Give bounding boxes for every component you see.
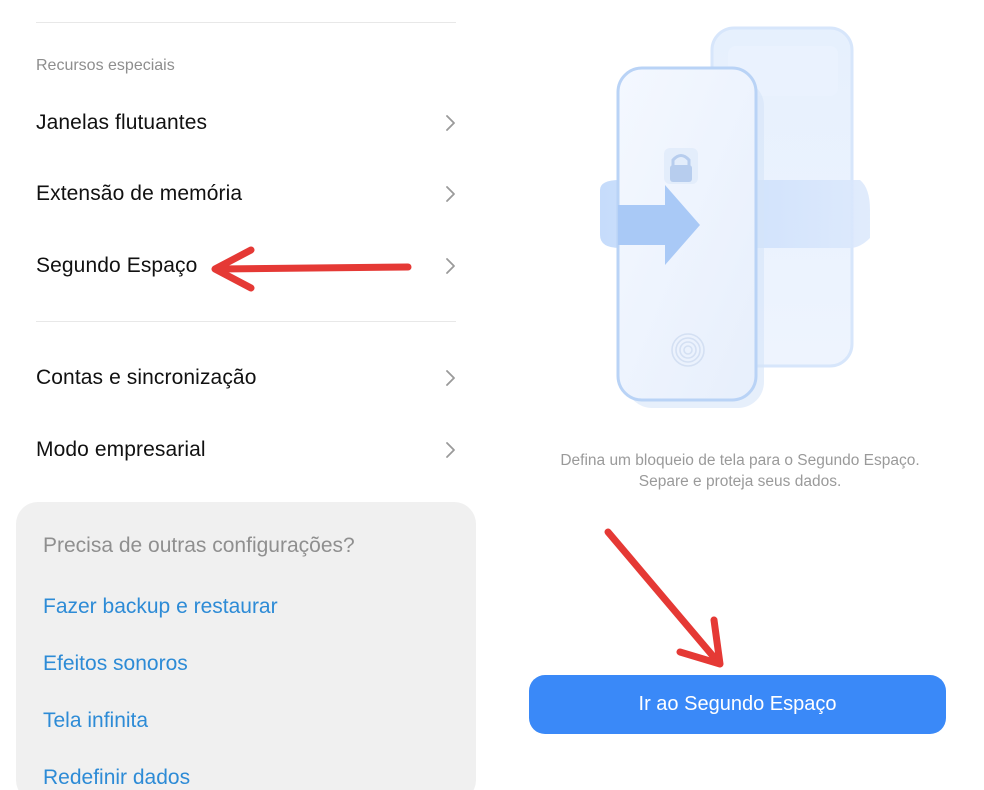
settings-item-accounts-sync[interactable]: Contas e sincronização [0,346,470,410]
chevron-right-icon [446,258,455,274]
go-to-second-space-button[interactable]: Ir ao Segundo Espaço [529,675,946,734]
settings-item-floating-windows[interactable]: Janelas flutuantes [0,91,470,155]
settings-item-label: Modo empresarial [36,438,206,461]
lock-icon [664,148,698,184]
chevron-right-icon [446,370,455,386]
annotation-arrow-left [211,246,412,292]
link-infinite-screen[interactable]: Tela infinita [43,709,148,733]
annotation-arrow-down [604,528,724,668]
link-sound-effects[interactable]: Efeitos sonoros [43,652,188,676]
second-space-illustration [600,26,870,408]
chevron-right-icon [446,186,455,202]
section-label: Recursos especiais [36,57,175,74]
settings-item-label: Janelas flutuantes [36,111,208,134]
link-backup-restore[interactable]: Fazer backup e restaurar [43,595,278,619]
section-divider [36,321,456,322]
chevron-right-icon [446,115,455,131]
settings-item-label: Extensão de memória [36,182,243,205]
second-space-description-line1: Defina um bloqueio de tela para o Segund… [560,452,920,469]
chevron-right-icon [446,442,455,458]
help-card-title: Precisa de outras configurações? [43,534,355,557]
settings-item-label: Segundo Espaço [36,254,198,277]
settings-item-enterprise-mode[interactable]: Modo empresarial [0,418,470,482]
second-space-description-line2: Separe e proteja seus dados. [638,473,842,490]
top-divider [36,22,456,23]
settings-item-label: Contas e sincronização [36,366,257,389]
link-reset-data[interactable]: Redefinir dados [43,766,190,790]
settings-item-memory-extension[interactable]: Extensão de memória [0,162,470,226]
